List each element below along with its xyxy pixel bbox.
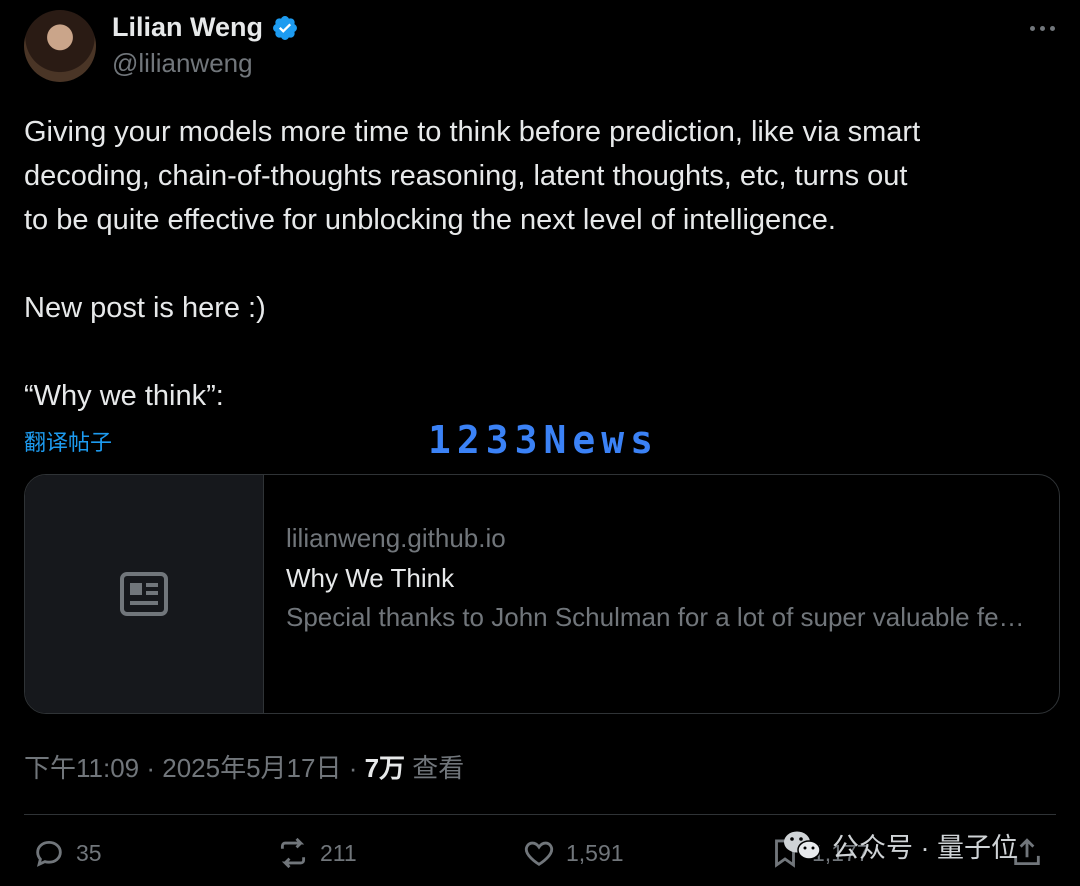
- author-handle[interactable]: @lilianweng: [112, 48, 253, 79]
- link-card[interactable]: lilianweng.github.io Why We Think Specia…: [24, 474, 1060, 714]
- author-name[interactable]: Lilian Weng: [112, 12, 263, 43]
- reply-button[interactable]: 35: [32, 836, 102, 870]
- repost-button[interactable]: 211: [276, 836, 357, 870]
- watermark-1233news: 1233News: [428, 418, 660, 462]
- reply-icon: [36, 840, 62, 867]
- like-count: 1,591: [566, 839, 624, 866]
- card-description: Special thanks to John Schulman for a lo…: [286, 602, 1036, 632]
- views-label: 查看: [405, 753, 465, 783]
- meta-separator: ·: [139, 753, 163, 783]
- wechat-icon: [784, 831, 821, 860]
- card-body: lilianweng.github.io Why We Think Specia…: [264, 475, 1058, 713]
- tweet-text: Giving your models more time to think be…: [24, 116, 921, 412]
- verified-badge-icon: [273, 15, 297, 40]
- divider: [24, 814, 1056, 815]
- tweet-date[interactable]: 2025年5月17日: [162, 753, 341, 783]
- view-count: 7万: [364, 753, 406, 783]
- wechat-watermark-text: 公众号 · 量子位: [832, 833, 1018, 863]
- tweet-meta: 下午11:09 · 2025年5月17日 · 7万 查看: [24, 748, 464, 785]
- reply-count: 35: [76, 839, 102, 866]
- avatar[interactable]: [24, 10, 96, 82]
- like-icon: [524, 841, 554, 866]
- meta-separator: ·: [341, 753, 365, 783]
- more-icon[interactable]: [1028, 18, 1056, 38]
- card-domain: lilianweng.github.io: [286, 523, 506, 553]
- translate-link[interactable]: 翻译帖子: [24, 425, 112, 457]
- repost-count: 211: [320, 839, 357, 866]
- article-icon: [120, 572, 168, 616]
- repost-icon: [280, 837, 306, 869]
- author-name-row: Lilian Weng: [112, 12, 299, 43]
- tweet-time[interactable]: 下午11:09: [24, 753, 139, 783]
- wechat-watermark: 公众号 · 量子位: [782, 826, 1018, 865]
- like-button[interactable]: 1,591: [522, 836, 624, 870]
- card-thumbnail: [25, 475, 264, 713]
- card-title: Why We Think: [286, 563, 455, 593]
